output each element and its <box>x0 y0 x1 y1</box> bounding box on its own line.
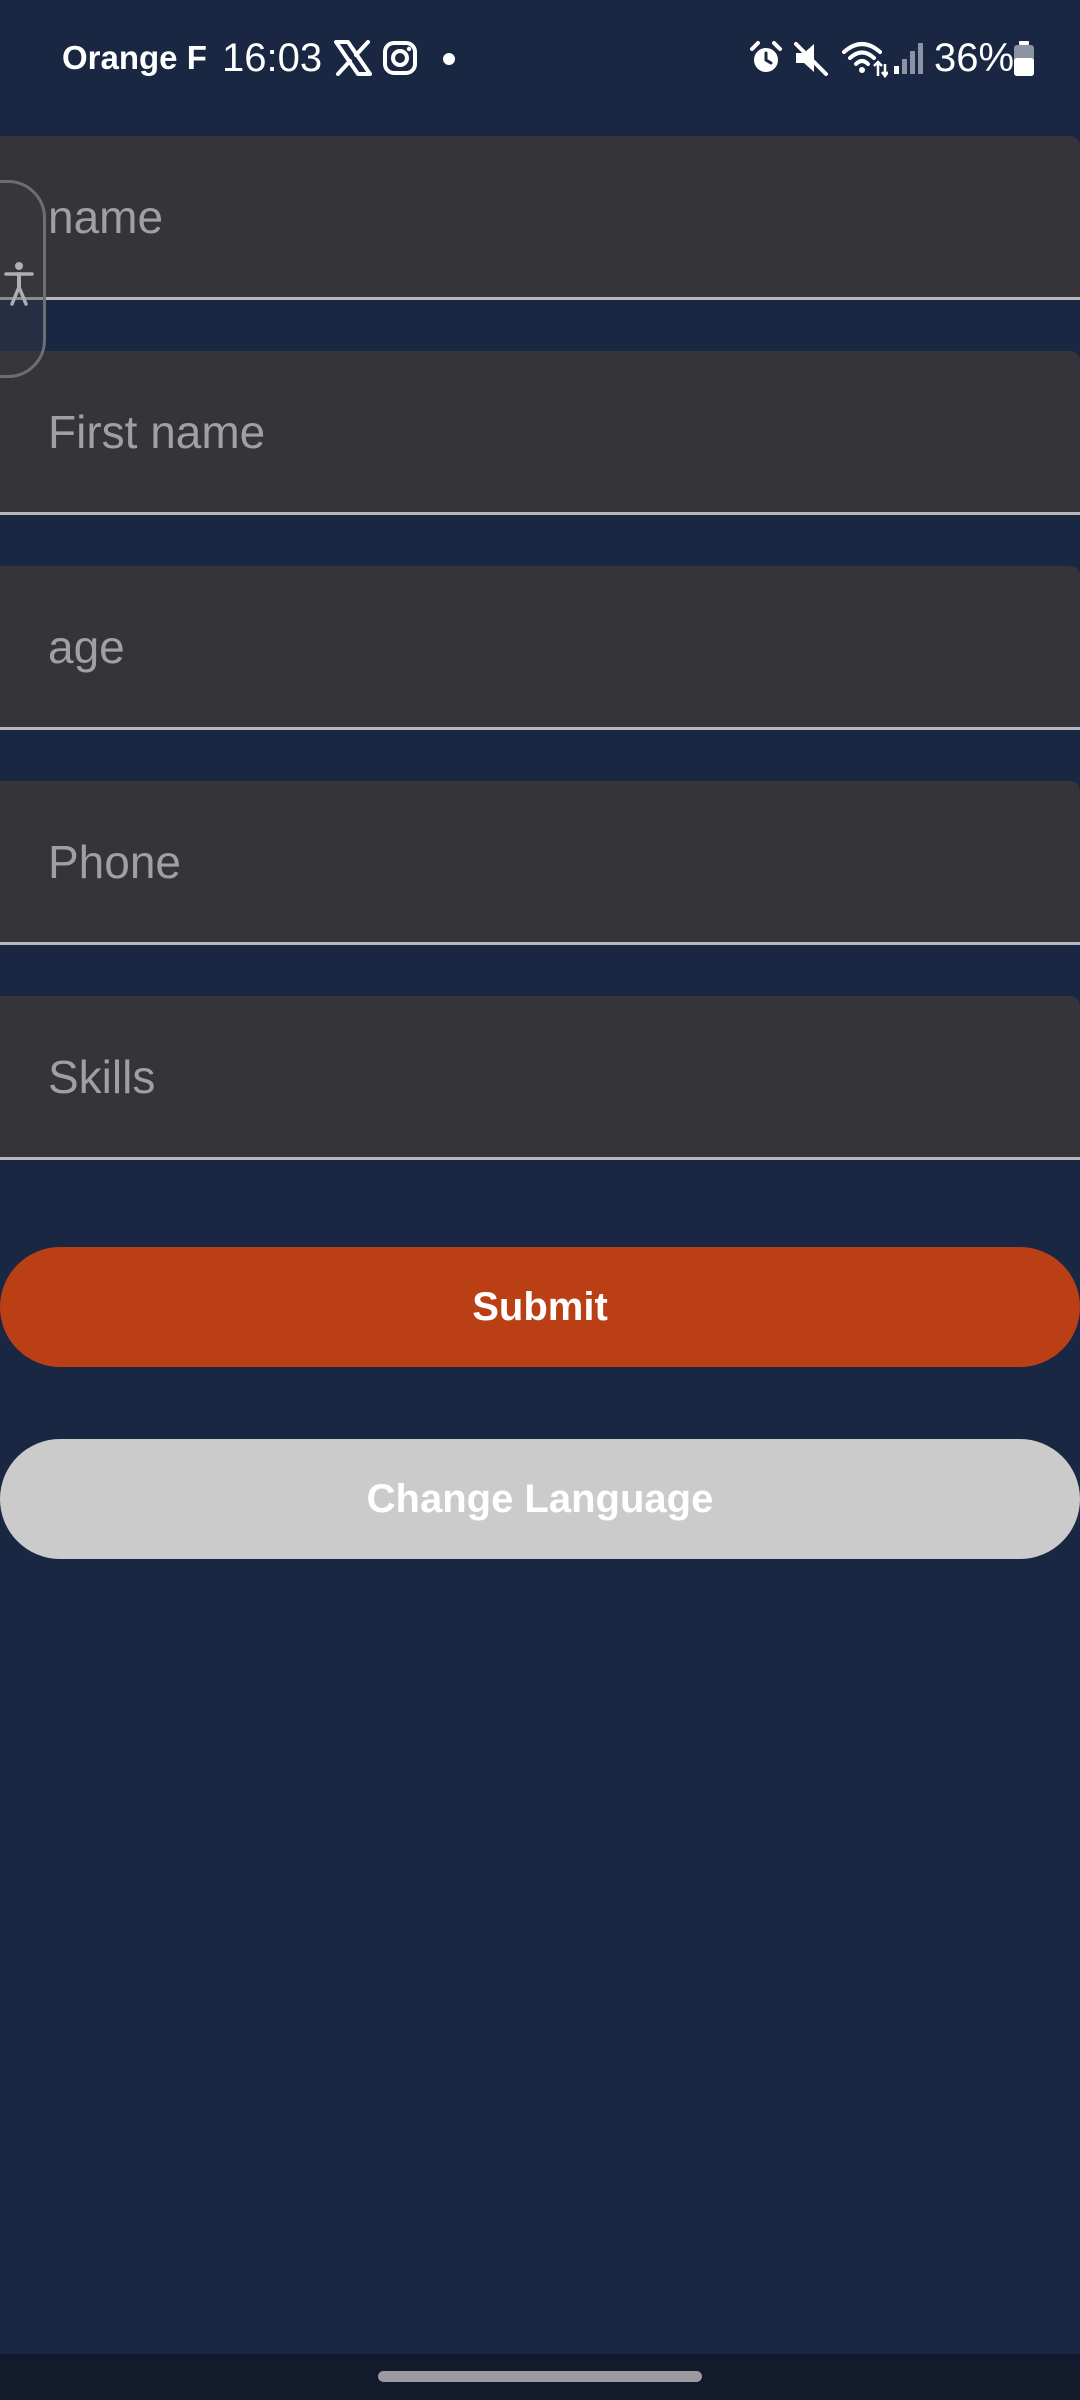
accessibility-icon <box>4 262 34 306</box>
submit-button[interactable]: Submit <box>0 1247 1080 1367</box>
first-name-input[interactable] <box>48 351 1048 512</box>
change-language-button[interactable]: Change Language <box>0 1439 1080 1559</box>
signal-icon <box>894 43 923 74</box>
accessibility-button[interactable] <box>0 180 46 378</box>
mute-icon <box>794 42 828 76</box>
wifi-icon <box>842 42 888 78</box>
battery-percentage: 36% <box>934 36 1015 80</box>
navigation-bar <box>0 2354 1080 2400</box>
home-indicator[interactable] <box>378 2371 702 2382</box>
notification-dot-icon <box>443 53 455 65</box>
battery-icon <box>1014 41 1034 76</box>
x-logo-icon <box>334 40 372 76</box>
app-screen: Orange F 16:03 36% name First name age P… <box>0 0 1080 2400</box>
carrier-label: Orange F <box>62 39 207 76</box>
skills-field[interactable] <box>0 996 1080 1160</box>
instagram-icon <box>383 41 417 75</box>
skills-input[interactable] <box>48 996 1048 1157</box>
age-input[interactable] <box>48 566 1048 727</box>
name-field[interactable] <box>0 136 1080 300</box>
name-input[interactable] <box>48 136 1048 297</box>
alarm-icon <box>750 41 782 72</box>
first-name-field[interactable] <box>0 351 1080 515</box>
clock: 16:03 <box>222 36 323 80</box>
age-field[interactable] <box>0 566 1080 730</box>
status-bar: Orange F 16:03 36% <box>0 0 1080 120</box>
phone-field[interactable] <box>0 781 1080 945</box>
phone-input[interactable] <box>48 781 1048 942</box>
